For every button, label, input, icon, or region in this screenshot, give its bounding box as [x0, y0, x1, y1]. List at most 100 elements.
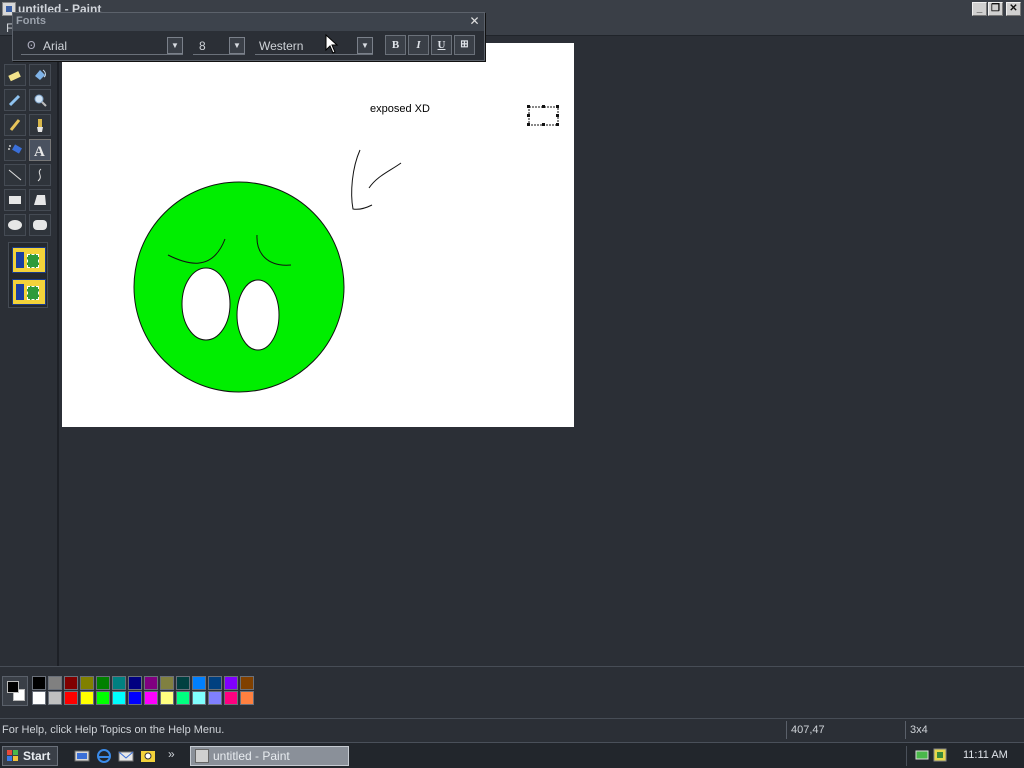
palette-swatch[interactable] — [64, 691, 78, 705]
palette-swatch[interactable] — [160, 691, 174, 705]
fonts-close-button[interactable]: ✕ — [468, 15, 481, 28]
tool-curve[interactable] — [29, 164, 51, 186]
left-eye — [181, 267, 231, 341]
tool-ellipse[interactable] — [4, 214, 26, 236]
canvas-text: exposed XD — [370, 103, 430, 115]
svg-text:A: A — [34, 144, 45, 158]
chevron-down-icon[interactable]: ▼ — [229, 37, 245, 54]
fill-bucket-icon — [35, 69, 46, 80]
tool-pencil[interactable] — [4, 114, 26, 136]
restore-button[interactable]: ❐ — [988, 2, 1003, 16]
quick-launch-more[interactable]: » — [168, 747, 175, 761]
foreground-color-swatch[interactable] — [7, 681, 19, 693]
vertical-text-button[interactable]: ⊞ — [454, 35, 475, 55]
ellipse-icon — [8, 220, 22, 230]
chevron-down-icon[interactable]: ▼ — [167, 37, 183, 54]
tool-magnifier[interactable] — [29, 89, 51, 111]
taskbar-button-paint[interactable]: untitled - Paint — [190, 746, 349, 766]
palette-swatch[interactable] — [224, 676, 238, 690]
start-button[interactable]: Start — [2, 746, 58, 766]
palette-swatch[interactable] — [64, 676, 78, 690]
palette-swatch[interactable] — [32, 691, 46, 705]
tool-airbrush[interactable] — [4, 139, 26, 161]
rounded-rect-icon — [33, 220, 47, 230]
start-label: Start — [23, 749, 51, 763]
tool-pick-color[interactable] — [4, 89, 26, 111]
eyedropper-icon — [8, 94, 21, 107]
internet-explorer-icon[interactable] — [96, 748, 112, 764]
color-palette — [0, 666, 1024, 716]
palette-swatch[interactable] — [208, 691, 222, 705]
drawing-canvas[interactable]: exposed XD — [62, 43, 574, 427]
search-icon[interactable] — [140, 748, 156, 764]
palette-swatch[interactable] — [80, 676, 94, 690]
canvas-drawing — [133, 105, 559, 393]
rectangle-icon — [9, 196, 21, 204]
clock[interactable]: 11:11 AM — [963, 749, 1008, 761]
palette-swatch[interactable] — [48, 676, 62, 690]
network-icon[interactable] — [915, 748, 929, 762]
palette-swatch[interactable] — [160, 676, 174, 690]
pencil-icon — [9, 119, 21, 131]
palette-swatch[interactable] — [128, 691, 142, 705]
font-size-select[interactable]: 8 ▼ — [193, 37, 245, 55]
tool-brush[interactable] — [29, 114, 51, 136]
font-name-value: Arial — [43, 39, 68, 53]
close-button[interactable]: ✕ — [1006, 2, 1021, 16]
palette-swatch[interactable] — [112, 691, 126, 705]
palette-swatch[interactable] — [144, 691, 158, 705]
tool-rectangle[interactable] — [4, 189, 26, 211]
italic-button[interactable]: I — [408, 35, 429, 55]
chevron-down-icon[interactable]: ▼ — [357, 37, 373, 54]
magnifier-icon — [34, 94, 47, 107]
tool-free-form-select[interactable] — [4, 64, 26, 86]
fonts-toolbar-caption[interactable]: Fonts ✕ — [13, 13, 484, 31]
palette-swatch[interactable] — [176, 691, 190, 705]
palette-swatch[interactable] — [192, 691, 206, 705]
palette-swatch[interactable] — [176, 676, 190, 690]
right-eye — [236, 279, 280, 351]
font-name-select[interactable]: Ꙩ Arial ▼ — [21, 37, 183, 55]
palette-swatch[interactable] — [208, 676, 222, 690]
current-colors[interactable] — [2, 676, 28, 706]
palette-swatch[interactable] — [32, 676, 46, 690]
palette-swatch[interactable] — [224, 691, 238, 705]
fonts-toolbar-title: Fonts — [16, 15, 46, 27]
tool-fill[interactable] — [29, 64, 51, 86]
bold-button[interactable]: B — [385, 35, 406, 55]
palette-swatch[interactable] — [96, 676, 110, 690]
tray-app-icon[interactable] — [933, 748, 947, 762]
status-bar: For Help, click Help Topics on the Help … — [0, 718, 1024, 740]
fonts-toolbar: Fonts ✕ Ꙩ Arial ▼ 8 ▼ Western ▼ B I U ⊞ — [12, 12, 485, 61]
tool-rounded-rectangle[interactable] — [29, 214, 51, 236]
palette-swatch[interactable] — [192, 676, 206, 690]
system-tray: 11:11 AM — [906, 746, 1022, 766]
toolbox: A — [0, 36, 58, 666]
windows-logo-icon — [7, 750, 18, 761]
palette-swatch[interactable] — [240, 691, 254, 705]
transparent-background-option[interactable] — [12, 279, 46, 305]
palette-swatch[interactable] — [240, 676, 254, 690]
opaque-background-option[interactable] — [12, 247, 46, 273]
text-icon: A — [34, 144, 45, 158]
palette-swatch[interactable] — [80, 691, 94, 705]
palette-swatch[interactable] — [96, 691, 110, 705]
text-box-selection[interactable] — [528, 106, 559, 126]
show-desktop-icon[interactable] — [74, 748, 90, 764]
tool-line[interactable] — [4, 164, 26, 186]
font-script-value: Western — [259, 39, 304, 53]
minimize-button[interactable]: _ — [972, 2, 987, 16]
palette-swatch[interactable] — [128, 676, 142, 690]
outlook-express-icon[interactable] — [118, 748, 134, 764]
hand-stroke-1 — [351, 149, 373, 210]
tool-polygon[interactable] — [29, 189, 51, 211]
palette-swatch[interactable] — [112, 676, 126, 690]
airbrush-icon — [8, 144, 22, 154]
curve-icon — [37, 168, 42, 182]
taskbar: Start » untitled - Paint 11:11 AM — [0, 742, 1024, 768]
palette-swatch[interactable] — [144, 676, 158, 690]
tool-text[interactable]: A — [29, 139, 51, 161]
underline-button[interactable]: U — [431, 35, 452, 55]
palette-swatch[interactable] — [48, 691, 62, 705]
font-script-select[interactable]: Western ▼ — [255, 37, 373, 55]
